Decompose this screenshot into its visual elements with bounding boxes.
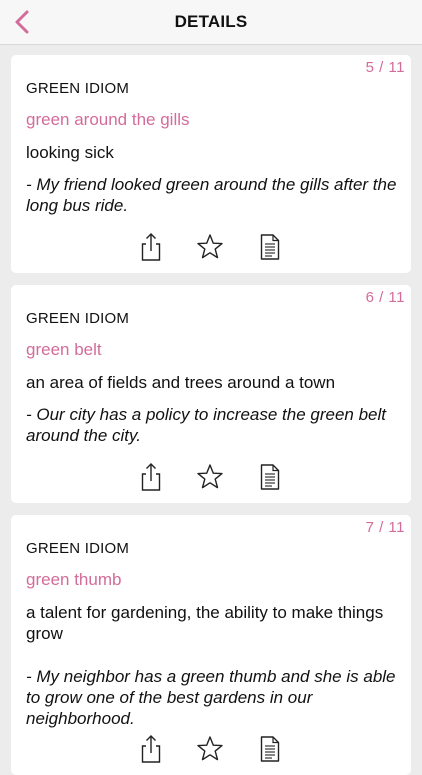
favorite-button[interactable]: [195, 462, 225, 492]
share-button[interactable]: [136, 734, 166, 764]
idiom-meaning: an area of fields and trees around a tow…: [26, 373, 336, 392]
details-button[interactable]: [255, 462, 285, 492]
share-icon: [141, 735, 161, 763]
star-icon: [197, 736, 223, 761]
navigation-bar: DETAILS: [0, 0, 422, 45]
idiom-card: 6 / 11 GREEN IDIOM green belt an area of…: [11, 285, 411, 503]
favorite-button[interactable]: [195, 734, 225, 764]
details-button[interactable]: [255, 734, 285, 764]
card-counter: 5 / 11: [365, 59, 405, 76]
card-category: GREEN IDIOM: [26, 540, 130, 557]
star-icon: [197, 464, 223, 489]
document-icon: [260, 736, 280, 762]
share-button[interactable]: [136, 232, 166, 262]
share-icon: [141, 463, 161, 491]
idiom-phrase: green around the gills: [26, 110, 190, 129]
card-actions: [11, 232, 411, 262]
card-category: GREEN IDIOM: [26, 310, 130, 327]
star-icon: [197, 234, 223, 259]
favorite-button[interactable]: [195, 232, 225, 262]
share-icon: [141, 233, 161, 261]
idiom-example: - My friend looked green around the gill…: [26, 175, 397, 215]
card-actions: [11, 734, 411, 764]
document-icon: [260, 234, 280, 260]
idiom-meaning: looking sick: [26, 143, 114, 162]
idiom-card: 7 / 11 GREEN IDIOM green thumb a talent …: [11, 515, 411, 775]
details-button[interactable]: [255, 232, 285, 262]
idiom-example: - My neighbor has a green thumb and she …: [26, 667, 396, 728]
idiom-phrase: green thumb: [26, 570, 122, 589]
share-button[interactable]: [136, 462, 166, 492]
idiom-card: 5 / 11 GREEN IDIOM green around the gill…: [11, 55, 411, 273]
idiom-phrase: green belt: [26, 340, 102, 359]
document-icon: [260, 464, 280, 490]
card-counter: 6 / 11: [365, 289, 405, 306]
idiom-meaning: a talent for gardening, the ability to m…: [26, 603, 384, 643]
idiom-example: - Our city has a policy to increase the …: [26, 405, 387, 445]
card-actions: [11, 462, 411, 492]
card-category: GREEN IDIOM: [26, 80, 130, 97]
page-title: DETAILS: [174, 12, 248, 31]
card-counter: 7 / 11: [365, 519, 405, 536]
